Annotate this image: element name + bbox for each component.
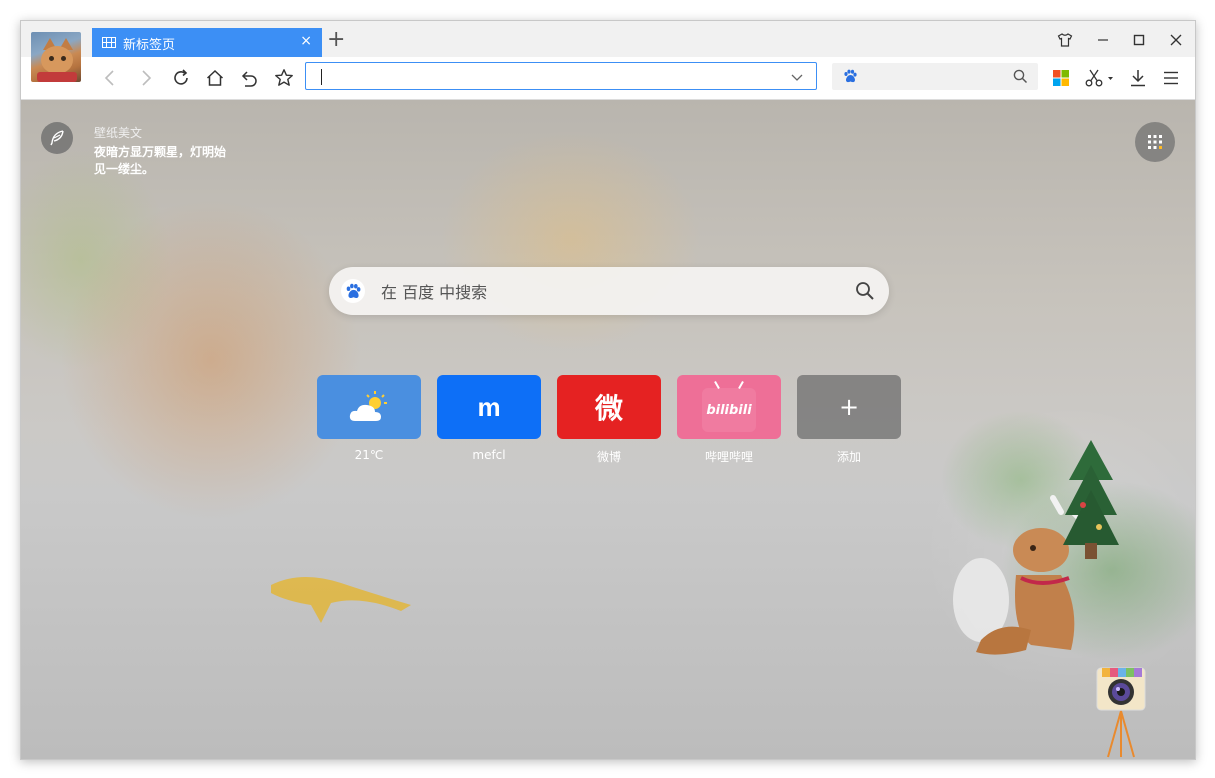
menu-hamburger-icon[interactable] (1159, 66, 1183, 90)
nav-toolbar (21, 57, 1195, 100)
forward-icon[interactable] (134, 66, 158, 90)
speed-dial-label: mefcl (472, 448, 506, 462)
address-bar[interactable] (305, 62, 817, 90)
wallpaper-camera-icon[interactable] (1096, 667, 1146, 759)
weibo-logo: 微 (594, 392, 623, 425)
bookmark-star-icon[interactable] (272, 66, 296, 90)
tab-title: 新标签页 (123, 38, 176, 53)
skin-shirt-icon[interactable] (1055, 30, 1075, 50)
plus-icon: + (838, 393, 860, 421)
mefcl-logo: m (477, 391, 501, 422)
main-search-box[interactable] (329, 267, 889, 315)
user-avatar[interactable] (31, 32, 81, 82)
refresh-icon[interactable] (169, 66, 193, 90)
close-window-icon[interactable] (1166, 30, 1186, 50)
new-tab-grid-icon (102, 37, 116, 48)
wallpaper-feather-icon[interactable] (41, 122, 73, 154)
screenshot-scissors-icon[interactable] (1082, 66, 1116, 90)
home-icon[interactable] (203, 66, 227, 90)
main-search-input[interactable] (379, 279, 823, 305)
bilibili-tv-icon: bilibili (702, 381, 756, 432)
speed-dial-bilibili[interactable]: bilibili (677, 375, 781, 439)
speed-dial-label: 21℃ (354, 448, 384, 462)
bilibili-logo: bilibili (706, 402, 752, 418)
undo-close-tab-icon[interactable] (237, 66, 261, 90)
weather-sun-cloud-icon (349, 391, 387, 421)
speed-dial-label: 微博 (596, 450, 621, 464)
text-caret (321, 69, 322, 85)
new-tab-button[interactable]: + (327, 29, 345, 51)
toy-decoration (271, 576, 411, 623)
minimize-icon[interactable] (1093, 30, 1113, 50)
app-grid-icon (1148, 135, 1162, 149)
search-icon[interactable] (1013, 69, 1028, 88)
baidu-paw-icon[interactable] (341, 279, 365, 303)
apps-center-icon[interactable] (1049, 66, 1073, 90)
new-tab-page: 壁纸美文 夜暗方显万颗星，灯明始见一缕尘。 在 百度 中搜索 21℃ m mef… (21, 100, 1195, 759)
speed-dial-weather[interactable] (317, 375, 421, 439)
search-icon[interactable] (855, 281, 875, 305)
title-bar: 新标签页 × + (21, 21, 1195, 57)
wallpaper-quote: 夜暗方显万颗星，灯明始见一缕尘。 (94, 145, 227, 176)
speed-dial-label: 哔哩哔哩 (704, 450, 753, 464)
download-icon[interactable] (1126, 66, 1150, 90)
browser-window: 新标签页 × + 壁纸美文 夜暗方显万颗星，灯明始见一缕尘。 在 百度 中搜索 … (20, 20, 1196, 760)
speed-dial-weibo[interactable]: 微 (557, 375, 661, 439)
tab-new-tab[interactable]: 新标签页 × (92, 28, 322, 57)
baidu-paw-icon[interactable] (842, 68, 858, 88)
engine-search-box[interactable] (832, 63, 1038, 90)
address-input[interactable] (318, 67, 782, 87)
speed-dial-add-button[interactable]: + (797, 375, 901, 439)
address-dropdown-chevron-icon[interactable] (790, 69, 804, 88)
back-icon[interactable] (98, 66, 122, 90)
speed-dial-label: 添加 (836, 450, 861, 464)
wallpaper-title: 壁纸美文 (94, 126, 143, 140)
christmas-tree-decoration (1063, 440, 1119, 559)
speed-dial-mefcl[interactable]: m (437, 375, 541, 439)
engine-search-input[interactable] (864, 68, 1008, 86)
maximize-icon[interactable] (1129, 30, 1149, 50)
app-grid-button[interactable] (1135, 122, 1175, 162)
tab-close-icon[interactable]: × (300, 33, 312, 49)
